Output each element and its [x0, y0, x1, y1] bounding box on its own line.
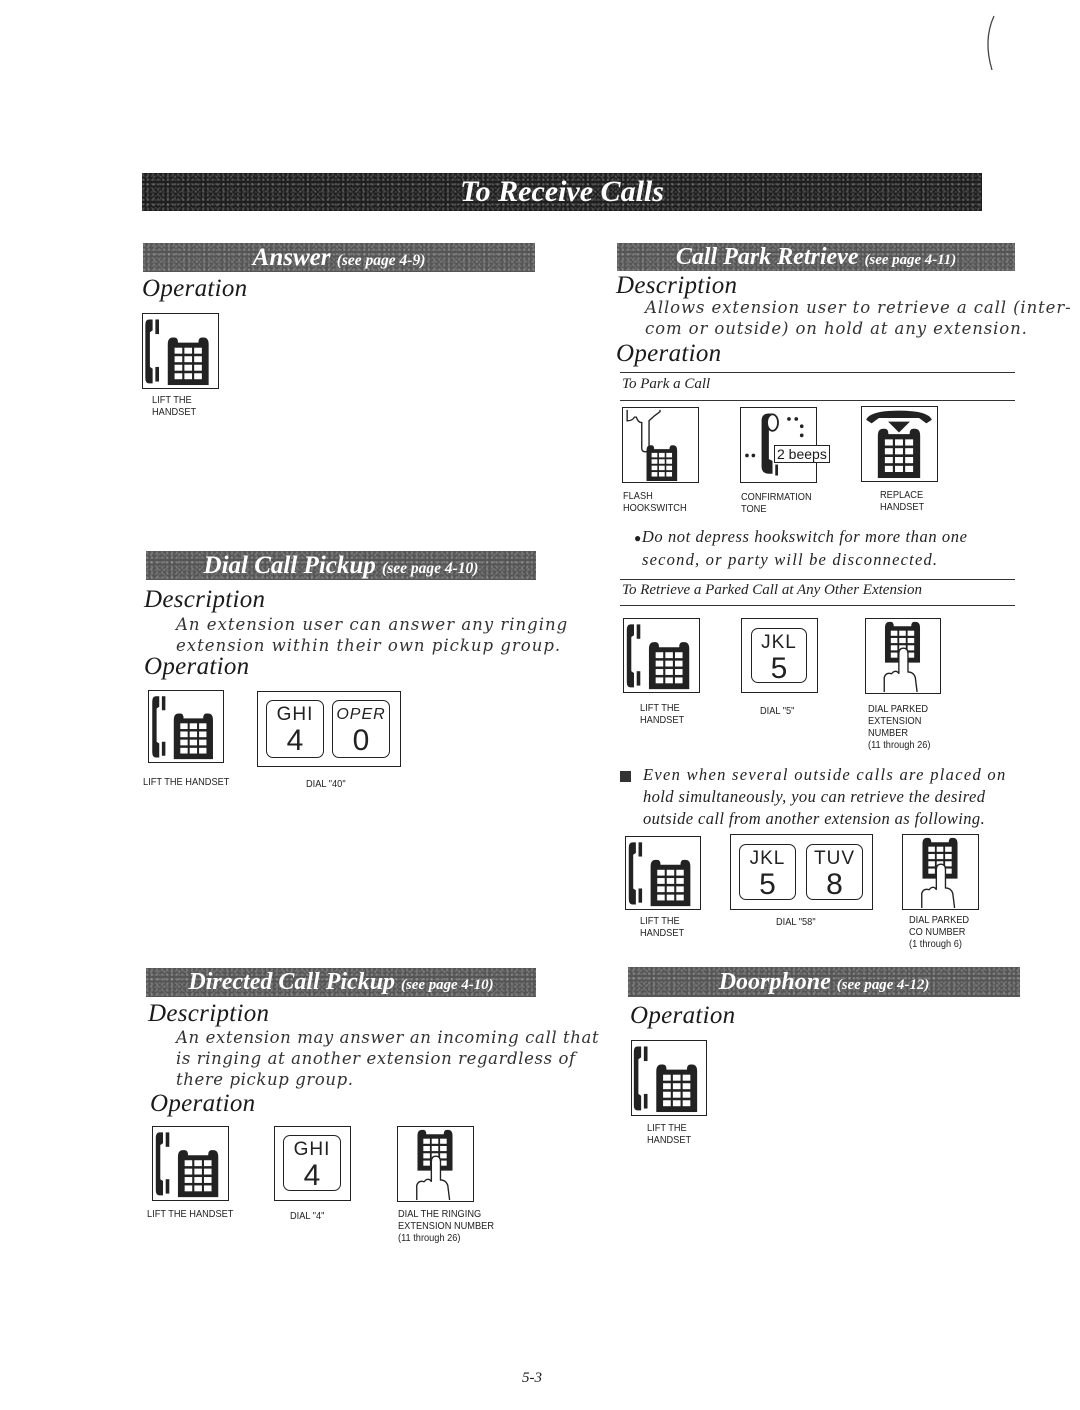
divider: [620, 372, 1015, 373]
step-caption: DIAL "4": [290, 1210, 325, 1222]
dial-finger-icon: [397, 1126, 474, 1202]
replace-handset-icon: [861, 406, 938, 482]
page-title-banner: To Receive Calls: [142, 173, 982, 211]
operation-heading: Operation: [142, 275, 248, 302]
divider: [620, 400, 1015, 401]
note-marker-icon: [620, 770, 631, 782]
step-caption: LIFT THE HANDSET: [152, 394, 197, 418]
bullet-icon: ●: [634, 531, 642, 545]
operation-heading: Operation: [630, 1002, 736, 1029]
section-title: Call Park Retrieve: [675, 244, 859, 270]
description-heading: Description: [144, 586, 266, 613]
section-banner-answer: Answer (see page 4-9): [143, 243, 535, 272]
section-title: Answer: [252, 244, 331, 271]
description-text: An extension user can answer any ringing…: [176, 615, 569, 655]
confirmation-tone-icon: 2 beeps: [740, 407, 830, 483]
divider: [620, 579, 1015, 580]
page-reference: (see page 4-12): [836, 977, 930, 993]
section-title: Dial Call Pickup: [203, 552, 376, 579]
operation-heading: Operation: [616, 340, 722, 367]
keypad-keys-icon: GHI 4 OPER 0: [257, 691, 401, 767]
key-5: JKL 5: [751, 628, 807, 684]
margin-mark: [987, 15, 995, 71]
step-caption: REPLACE HANDSET: [880, 489, 925, 513]
lift-handset-icon: [152, 1126, 229, 1201]
dial-finger-icon: [902, 834, 979, 910]
operation-heading: Operation: [144, 653, 250, 680]
key-4: GHI 4: [283, 1135, 341, 1191]
lift-handset-icon: [142, 313, 219, 389]
keypad-key-icon: GHI 4: [274, 1126, 351, 1201]
outside-call-note: Even when several outside calls are plac…: [620, 764, 1007, 830]
key-5: JKL 5: [739, 844, 796, 900]
lift-handset-icon: [148, 690, 224, 763]
keypad-keys-icon: JKL 5 TUV 8: [730, 834, 873, 910]
dial-finger-icon: [865, 618, 941, 694]
warning-note: ●Do not depress hookswitch for more than…: [634, 527, 968, 569]
step-caption: LIFT THE HANDSET: [640, 915, 685, 939]
lift-handset-icon: [631, 1040, 707, 1116]
section-banner-directed-call-pickup: Directed Call Pickup (see page 4-10): [146, 968, 536, 997]
section-title: Doorphone: [718, 969, 831, 995]
key-0: OPER 0: [332, 700, 390, 758]
lift-handset-icon: [623, 618, 700, 693]
step-caption: DIAL "58": [776, 916, 816, 928]
description-text: An extension may answer an incoming call…: [176, 1028, 600, 1089]
page-reference: (see page 4-9): [336, 252, 426, 269]
step-caption: DIAL THE RINGING EXTENSION NUMBER (11 th…: [398, 1208, 495, 1244]
step-caption: LIFT THE HANDSET: [147, 1208, 234, 1220]
park-subheading: To Park a Call: [622, 376, 711, 392]
key-8: TUV 8: [806, 844, 863, 900]
description-heading: Description: [148, 1000, 270, 1027]
flash-hookswitch-icon: [622, 407, 699, 483]
keypad-key-icon: JKL 5: [741, 618, 818, 693]
page-reference: (see page 4-10): [382, 560, 479, 577]
page-reference: (see page 4-11): [864, 252, 957, 268]
step-caption: DIAL "40": [306, 778, 346, 790]
page-reference: (see page 4-10): [401, 977, 494, 993]
section-banner-dial-call-pickup: Dial Call Pickup (see page 4-10): [146, 551, 536, 580]
step-caption: CONFIRMATION TONE: [741, 491, 812, 515]
page-number: 5-3: [522, 1370, 542, 1386]
beeps-label: 2 beeps: [774, 445, 830, 463]
description-heading: Description: [616, 272, 738, 299]
step-caption: LIFT THE HANDSET: [647, 1122, 692, 1146]
key-4: GHI 4: [266, 700, 324, 758]
section-title: Directed Call Pickup: [188, 969, 396, 995]
divider: [620, 605, 1015, 606]
step-caption: LIFT THE HANDSET: [143, 776, 230, 788]
lift-handset-icon: [625, 836, 701, 910]
description-text: Allows extension user to retrieve a call…: [645, 298, 1072, 338]
retrieve-subheading: To Retrieve a Parked Call at Any Other E…: [622, 582, 922, 598]
section-banner-doorphone: Doorphone (see page 4-12): [628, 967, 1020, 997]
step-caption: DIAL PARKED CO NUMBER (1 through 6): [909, 914, 970, 950]
step-caption: FLASH HOOKSWITCH: [623, 490, 687, 514]
step-caption: DIAL "5": [760, 705, 795, 717]
operation-heading: Operation: [150, 1090, 256, 1117]
step-caption: LIFT THE HANDSET: [640, 702, 685, 726]
step-caption: DIAL PARKED EXTENSION NUMBER (11 through…: [868, 703, 931, 751]
page-title: To Receive Calls: [460, 175, 664, 208]
section-banner-call-park-retrieve: Call Park Retrieve (see page 4-11): [617, 243, 1015, 271]
